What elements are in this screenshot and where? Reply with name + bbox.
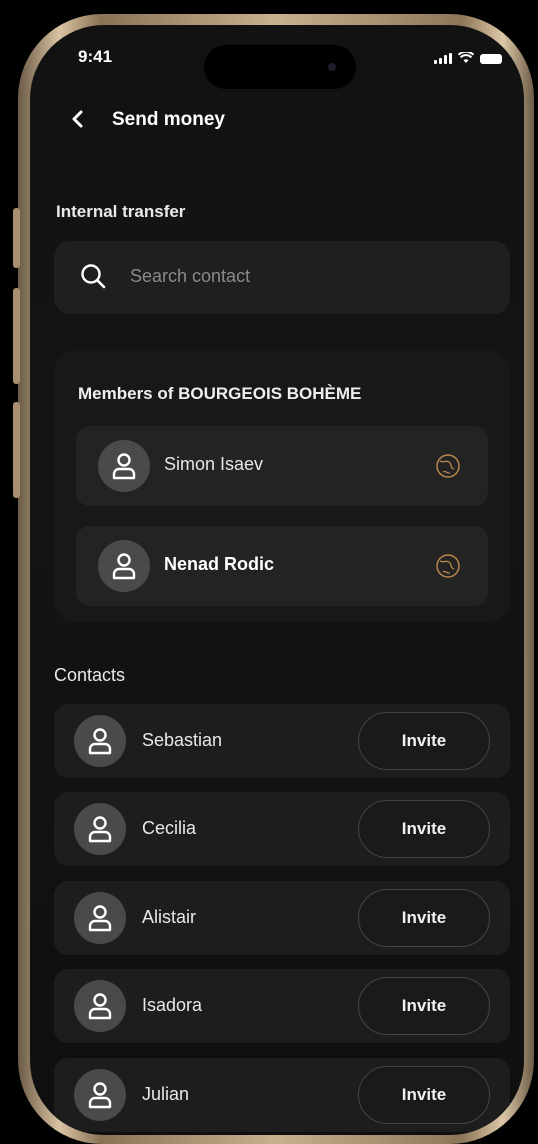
status-time: 9:41 [78,47,113,66]
contact-row-isadora: Isadora Invite [54,969,510,1043]
status-icons [434,52,502,64]
camera-dot [328,63,336,71]
member-name: Simon Isaev [164,454,264,474]
avatar [74,892,126,944]
invite-button[interactable]: Invite [358,712,490,770]
internal-transfer-title: Internal transfer [56,202,186,221]
contact-row-sebastian: Sebastian Invite [54,704,510,778]
contact-name: Alistair [142,907,197,927]
volume-down-button [13,402,20,498]
contact-name: Sebastian [142,730,223,750]
volume-up-button [13,288,20,384]
globe-icon [436,554,460,578]
member-row-simon-isaev[interactable]: Simon Isaev [76,426,488,506]
contact-row-cecilia: Cecilia Invite [54,792,510,866]
contact-row-julian: Julian Invite [54,1058,510,1132]
member-name: Nenad Rodic [164,554,275,574]
search-placeholder: Search contact [130,266,251,286]
page-title: Send money [112,109,225,130]
invite-button[interactable]: Invite [358,889,490,947]
phone-screen: 9:41 Send money Internal transfer Search… [30,25,524,1135]
avatar [74,1069,126,1121]
invite-button[interactable]: Invite [358,800,490,858]
invite-button[interactable]: Invite [358,1066,490,1124]
user-icon [88,728,112,755]
avatar [74,980,126,1032]
wifi-icon [458,52,474,63]
contact-name: Cecilia [142,818,197,838]
members-card: Members of BOURGEOIS BOHÈME Simon Isaev … [54,350,510,622]
avatar [98,540,150,592]
user-icon [88,1082,112,1109]
avatar [74,715,126,767]
contact-name: Isadora [142,995,203,1015]
member-row-nenad-rodic[interactable]: Nenad Rodic [76,526,488,606]
avatar [74,803,126,855]
members-title: Members of BOURGEOIS BOHÈME [78,384,362,403]
search-contact-input[interactable]: Search contact [54,241,510,314]
back-button[interactable] [64,105,92,133]
avatar [98,440,150,492]
search-icon [81,264,106,289]
contact-name: Julian [142,1084,190,1104]
chevron-left-icon [72,110,83,128]
invite-button[interactable]: Invite [358,977,490,1035]
dynamic-island [204,45,356,89]
user-icon [112,553,136,580]
user-icon [112,453,136,480]
globe-icon [436,454,460,478]
user-icon [88,993,112,1020]
user-icon [88,905,112,932]
contacts-title: Contacts [54,665,126,685]
signal-icon [434,53,452,64]
contact-row-alistair: Alistair Invite [54,881,510,955]
battery-icon [480,54,502,64]
silent-switch [13,208,20,268]
user-icon [88,816,112,843]
